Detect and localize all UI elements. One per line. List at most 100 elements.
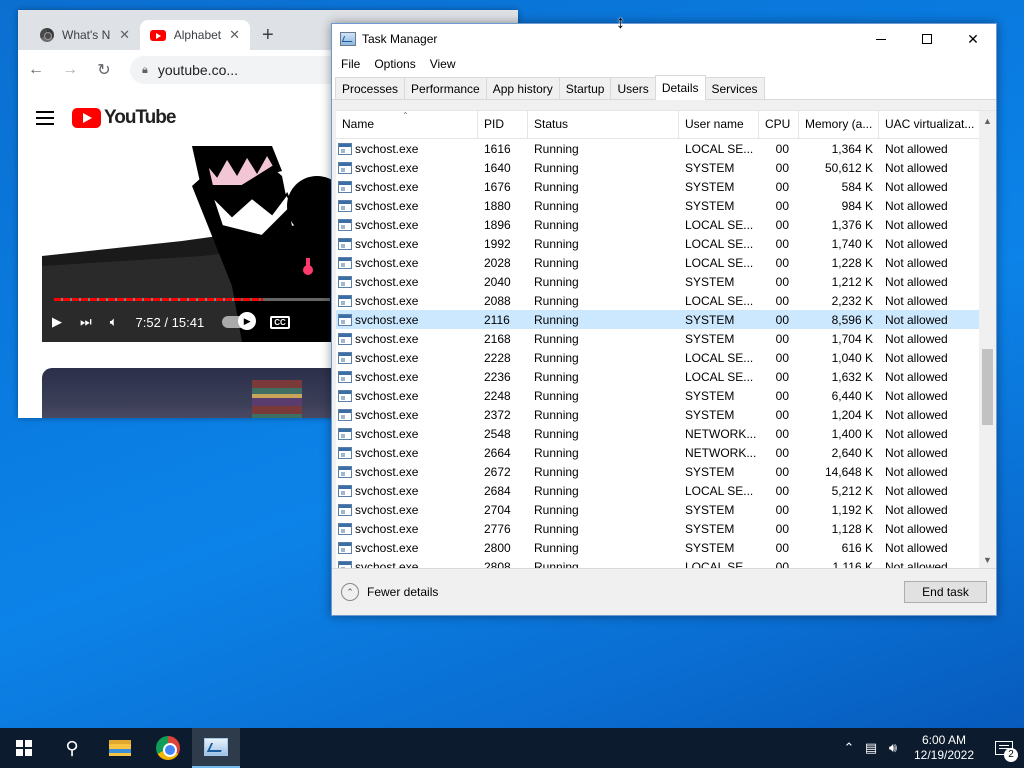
close-tab-icon[interactable]: ✕ [119,27,130,43]
column-header-uac[interactable]: UAC virtualizat... [879,111,979,139]
task-manager-window[interactable]: Task Manager ✕ File Options View Process… [331,23,997,616]
volume-icon[interactable]: 🔈︎ [110,314,118,330]
maximize-button[interactable] [904,24,950,54]
menu-options[interactable]: Options [367,57,422,71]
process-name: svchost.exe [355,274,419,289]
window-title: Task Manager [362,32,438,46]
browser-tab-2[interactable]: Alphabet ✕ [140,20,250,50]
clock[interactable]: 6:00 AM 12/19/2022 [904,733,984,763]
tab-services[interactable]: Services [704,77,765,99]
folder-icon [109,740,131,756]
column-header-status[interactable]: Status [528,111,679,139]
back-arrow-icon[interactable]: ← [28,61,44,79]
scrollbar-thumb[interactable] [982,349,993,425]
tab-processes[interactable]: Processes [335,77,406,99]
table-row[interactable]: svchost.exe 1880 Running SYSTEM 00 984 K Not a… [336,196,979,215]
table-row[interactable]: svchost.exe 2040 Running SYSTEM 00 1,212 K Not… [336,272,979,291]
close-button[interactable]: ✕ [950,24,996,54]
table-row[interactable]: svchost.exe 1640 Running SYSTEM 00 50,612 K No… [336,158,979,177]
cell-status: Running [534,407,579,422]
cell-user: SYSTEM [685,407,735,422]
table-row[interactable]: svchost.exe 2236 Running LOCAL SE... 00 1,632… [336,367,979,386]
video-progress-bar[interactable] [54,298,330,301]
menu-view[interactable]: View [423,57,463,71]
table-row[interactable]: svchost.exe 1616 Running LOCAL SE... 00 1,364… [336,139,979,158]
process-name: svchost.exe [355,160,419,175]
table-row[interactable]: svchost.exe 2088 Running LOCAL SE... 00 2,232… [336,291,979,310]
fewer-details-button[interactable]: ⌃ Fewer details [341,583,438,601]
table-row[interactable]: svchost.exe 2116 Running SYSTEM 00 8,596 K Not… [336,310,979,329]
search-button[interactable]: ⚲ [48,728,96,768]
title-bar[interactable]: Task Manager ✕ [332,24,996,54]
network-icon[interactable]: ▤ [860,740,882,756]
chevron-up-icon[interactable]: ⌃ [838,740,860,756]
table-row[interactable]: svchost.exe 2228 Running LOCAL SE... 00 1,040… [336,348,979,367]
table-row[interactable]: svchost.exe 1896 Running LOCAL SE... 00 1,376… [336,215,979,234]
video-thumbnail[interactable] [42,368,342,418]
play-icon[interactable]: ▶ [52,314,62,330]
scroll-up-icon[interactable]: ▲ [979,113,996,130]
tab-performance[interactable]: Performance [404,77,487,99]
reload-icon[interactable]: ↻ [96,60,112,80]
address-url: youtube.co... [157,62,239,78]
cell-cpu: 00 [775,331,789,346]
close-tab-icon[interactable]: ✕ [229,27,240,43]
column-header-memory[interactable]: Memory (a... [799,111,879,139]
next-icon[interactable]: ⏭︎ [80,314,92,330]
process-name: svchost.exe [355,293,419,308]
table-row[interactable]: svchost.exe 1676 Running SYSTEM 00 584 K Not a… [336,177,979,196]
table-row[interactable]: svchost.exe 2672 Running SYSTEM 00 14,648 K No… [336,462,979,481]
autoplay-toggle[interactable] [222,312,257,330]
process-icon [338,313,352,326]
cell-memory: 1,204 K [831,407,873,422]
scroll-down-icon[interactable]: ▼ [979,552,996,568]
cell-memory: 1,192 K [831,502,873,517]
cell-pid: 2664 [484,445,511,460]
cell-uac: Not allowed [885,255,948,270]
menu-icon[interactable] [36,111,54,125]
table-row[interactable]: svchost.exe 1992 Running LOCAL SE... 00 1,740… [336,234,979,253]
column-header-user[interactable]: User name [679,111,759,139]
forward-arrow-icon[interactable]: → [62,61,78,79]
table-row[interactable]: svchost.exe 2704 Running SYSTEM 00 1,192 K Not… [336,500,979,519]
column-header-cpu[interactable]: CPU [759,111,799,139]
end-task-button[interactable]: End task [904,581,987,603]
chrome-button[interactable] [144,728,192,768]
table-row[interactable]: svchost.exe 2248 Running SYSTEM 00 6,440 K Not… [336,386,979,405]
table-row[interactable]: svchost.exe 2664 Running NETWORK... 00 2,640 … [336,443,979,462]
vertical-scrollbar[interactable]: ▲ ▼ [979,111,996,568]
column-header-pid[interactable]: PID [478,111,528,139]
table-row[interactable]: svchost.exe 2808 Running LOCAL SE... 00 1,116… [336,557,979,568]
file-explorer-button[interactable] [96,728,144,768]
minimize-button[interactable] [858,24,904,54]
cell-pid: 2684 [484,483,511,498]
table-row[interactable]: svchost.exe 2028 Running LOCAL SE... 00 1,228… [336,253,979,272]
tab-details[interactable]: Details [654,75,706,100]
cell-uac: Not allowed [885,331,948,346]
tab-app-history[interactable]: App history [485,77,560,99]
tab-users[interactable]: Users [610,77,656,99]
volume-icon[interactable]: 🔊︎ [882,740,904,756]
cell-user: LOCAL SE... [685,483,754,498]
notification-center-button[interactable]: 2 [984,728,1024,768]
captions-icon[interactable]: CC [270,315,290,329]
cell-name: svchost.exe [336,237,478,251]
new-tab-button[interactable]: + [262,24,274,47]
youtube-logo[interactable]: YouTube [72,107,176,129]
browser-tab-1[interactable]: What's N ✕ [30,20,140,50]
cell-name: svchost.exe [336,484,478,498]
task-manager-button[interactable] [192,728,240,768]
table-row[interactable]: svchost.exe 2684 Running LOCAL SE... 00 5,212… [336,481,979,500]
cell-memory: 50,612 K [824,160,873,175]
cell-user: SYSTEM [685,160,735,175]
menu-file[interactable]: File [334,57,367,71]
table-row[interactable]: svchost.exe 2800 Running SYSTEM 00 616 K Not a… [336,538,979,557]
table-row[interactable]: svchost.exe 2372 Running SYSTEM 00 1,204 K Not… [336,405,979,424]
tab-startup[interactable]: Startup [558,77,612,99]
process-name: svchost.exe [355,236,419,251]
start-button[interactable] [0,728,48,768]
table-row[interactable]: svchost.exe 2776 Running SYSTEM 00 1,128 K Not… [336,519,979,538]
table-row[interactable]: svchost.exe 2548 Running NETWORK... 00 1,400 … [336,424,979,443]
process-name: svchost.exe [355,540,419,555]
table-row[interactable]: svchost.exe 2168 Running SYSTEM 00 1,704 K Not… [336,329,979,348]
